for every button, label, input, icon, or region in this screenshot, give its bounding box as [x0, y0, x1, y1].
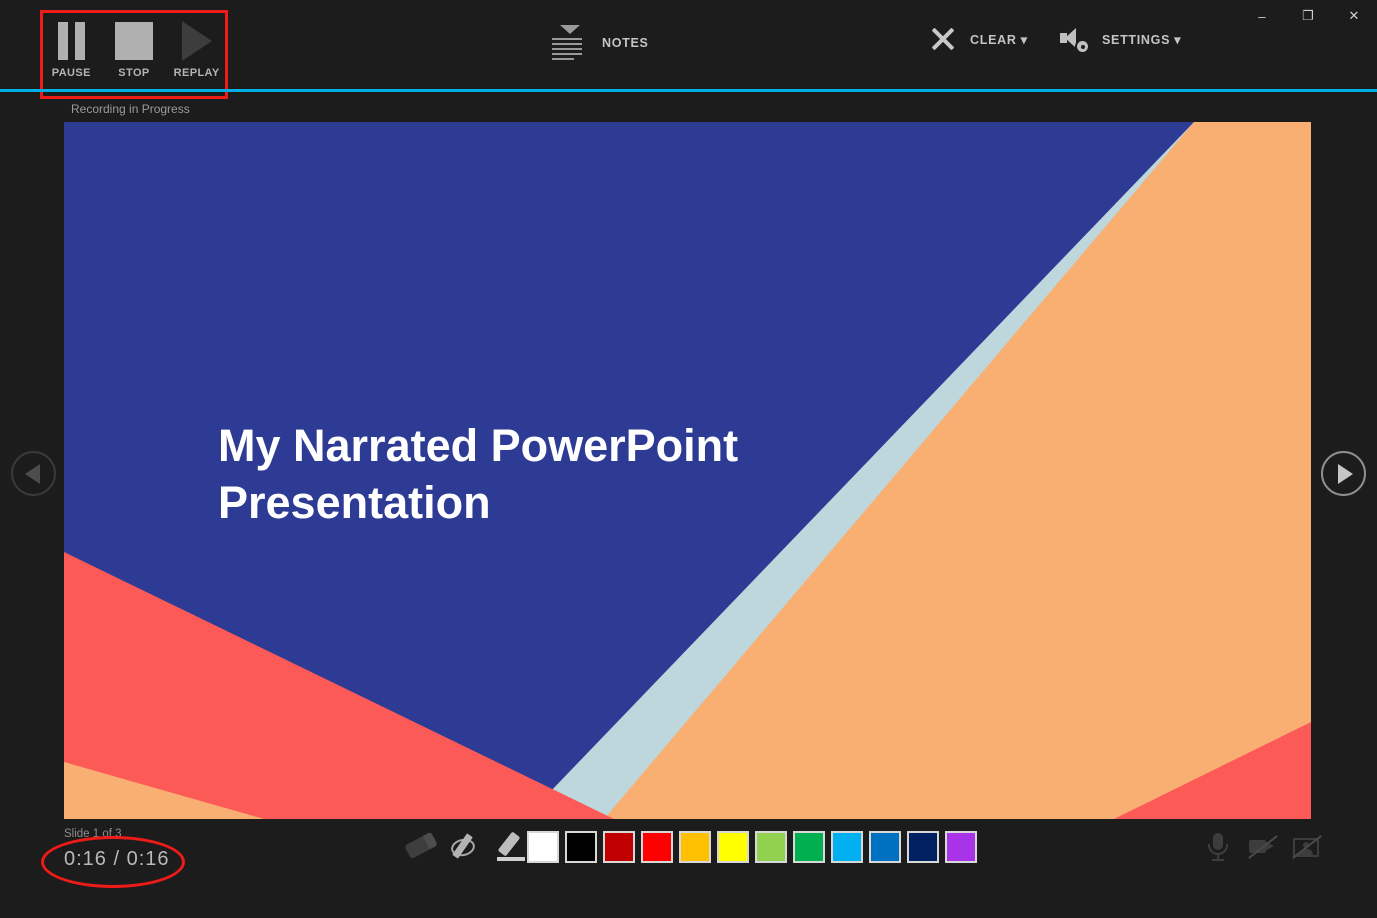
notes-label: NOTES	[602, 36, 649, 50]
next-slide-button[interactable]	[1321, 451, 1366, 496]
previous-slide-button[interactable]	[11, 451, 56, 496]
window-controls: – ❐ ✕	[1239, 0, 1377, 32]
ink-color-red[interactable]	[641, 831, 673, 863]
pause-label: PAUSE	[51, 67, 91, 79]
pause-button[interactable]: PAUSE	[43, 18, 99, 79]
eraser-icon	[404, 831, 438, 860]
recording-status-text: Recording in Progress	[71, 102, 190, 116]
notes-button[interactable]: NOTES	[552, 24, 649, 62]
clear-label: CLEAR ▾	[970, 32, 1028, 47]
notes-icon	[552, 24, 588, 62]
microphone-icon[interactable]	[1203, 831, 1233, 863]
slide-title: My Narrated PowerPoint Presentation	[218, 420, 739, 529]
ink-color-dark-red[interactable]	[603, 831, 635, 863]
transport-controls: PAUSE STOP REPLAY	[40, 10, 228, 90]
ink-color-green[interactable]	[793, 831, 825, 863]
close-button[interactable]: ✕	[1331, 0, 1377, 32]
eraser-tool-button[interactable]	[404, 830, 440, 864]
ink-color-purple[interactable]	[945, 831, 977, 863]
ink-color-light-blue[interactable]	[831, 831, 863, 863]
stop-icon	[114, 18, 153, 64]
stop-label: STOP	[118, 67, 150, 79]
settings-button[interactable]: SETTINGS ▾	[1060, 26, 1181, 52]
ink-color-palette	[527, 831, 977, 863]
ink-color-white[interactable]	[527, 831, 559, 863]
recording-toolbar: PAUSE STOP REPLAY NOTES CLEAR ▾ SETTINGS…	[0, 0, 1377, 99]
highlighter-icon	[497, 831, 521, 857]
ink-color-light-green[interactable]	[755, 831, 787, 863]
ink-color-yellow[interactable]	[717, 831, 749, 863]
restore-button[interactable]: ❐	[1285, 0, 1331, 32]
recording-timer: 0:16 / 0:16	[64, 848, 170, 870]
ink-color-blue[interactable]	[869, 831, 901, 863]
ink-color-black[interactable]	[565, 831, 597, 863]
slide-canvas[interactable]: My Narrated PowerPoint Presentation	[64, 122, 1311, 819]
accent-divider	[0, 89, 1377, 92]
preview-off-icon[interactable]	[1291, 831, 1322, 863]
chevron-right-icon	[1337, 463, 1353, 484]
slide-counter: Slide 1 of 3	[64, 828, 122, 840]
replay-button[interactable]: REPLAY	[169, 18, 225, 79]
device-controls	[1203, 831, 1322, 863]
pen-tool-button[interactable]	[449, 830, 486, 864]
ink-color-amber[interactable]	[679, 831, 711, 863]
close-x-icon	[930, 26, 956, 52]
camera-off-icon[interactable]	[1247, 831, 1278, 863]
minimize-button[interactable]: –	[1239, 0, 1285, 32]
stop-button[interactable]: STOP	[106, 18, 162, 79]
ink-color-dark-blue[interactable]	[907, 831, 939, 863]
settings-label: SETTINGS ▾	[1102, 32, 1182, 47]
pause-icon	[57, 18, 85, 64]
speaker-gear-icon	[1060, 26, 1088, 52]
chevron-left-icon	[24, 463, 40, 484]
clear-button[interactable]: CLEAR ▾	[930, 26, 1028, 52]
play-icon	[181, 18, 212, 64]
replay-label: REPLAY	[173, 67, 220, 79]
